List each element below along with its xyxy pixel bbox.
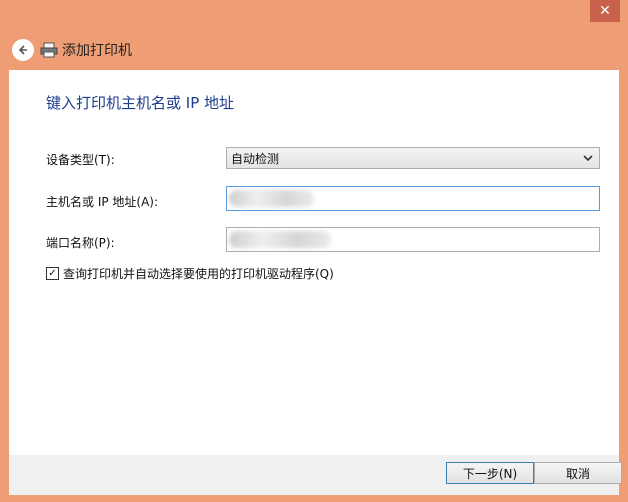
back-button[interactable] — [12, 39, 34, 61]
footer: 下一步(N) 取消 — [9, 455, 622, 495]
query-driver-checkbox[interactable]: ✓ — [46, 267, 59, 280]
query-driver-label: 查询打印机并自动选择要使用的打印机驱动程序(Q) — [63, 267, 334, 281]
host-input[interactable] — [226, 186, 600, 211]
window-title: 添加打印机 — [62, 43, 132, 59]
checkmark-icon: ✓ — [48, 267, 57, 279]
port-input[interactable] — [226, 227, 600, 252]
device-type-select[interactable]: 自动检测 — [226, 147, 600, 169]
page-heading: 键入打印机主机名或 IP 地址 — [46, 94, 235, 112]
close-icon: ✕ — [599, 3, 611, 19]
host-label: 主机名或 IP 地址(A): — [46, 195, 159, 209]
header: 添加打印机 — [0, 30, 628, 70]
device-type-value: 自动检测 — [231, 151, 280, 166]
printer-icon — [40, 42, 58, 58]
port-label: 端口名称(P): — [46, 236, 115, 250]
redacted-blur — [229, 231, 331, 248]
cancel-button[interactable]: 取消 — [534, 462, 622, 484]
redacted-blur — [229, 190, 314, 207]
next-button[interactable]: 下一步(N) — [446, 462, 534, 484]
content-panel: 键入打印机主机名或 IP 地址 设备类型(T): 自动检测 主机名或 IP 地址… — [9, 70, 619, 455]
back-arrow-icon — [18, 45, 27, 55]
query-driver-option[interactable]: ✓ 查询打印机并自动选择要使用的打印机驱动程序(Q) — [46, 265, 334, 282]
window: ✕ 添加打印机 键入打印机主机名或 IP 地址 设备类型(T): 自动检测 主机… — [0, 0, 628, 502]
device-type-label: 设备类型(T): — [46, 153, 115, 167]
chevron-down-icon — [583, 155, 593, 162]
close-button[interactable]: ✕ — [590, 0, 620, 22]
